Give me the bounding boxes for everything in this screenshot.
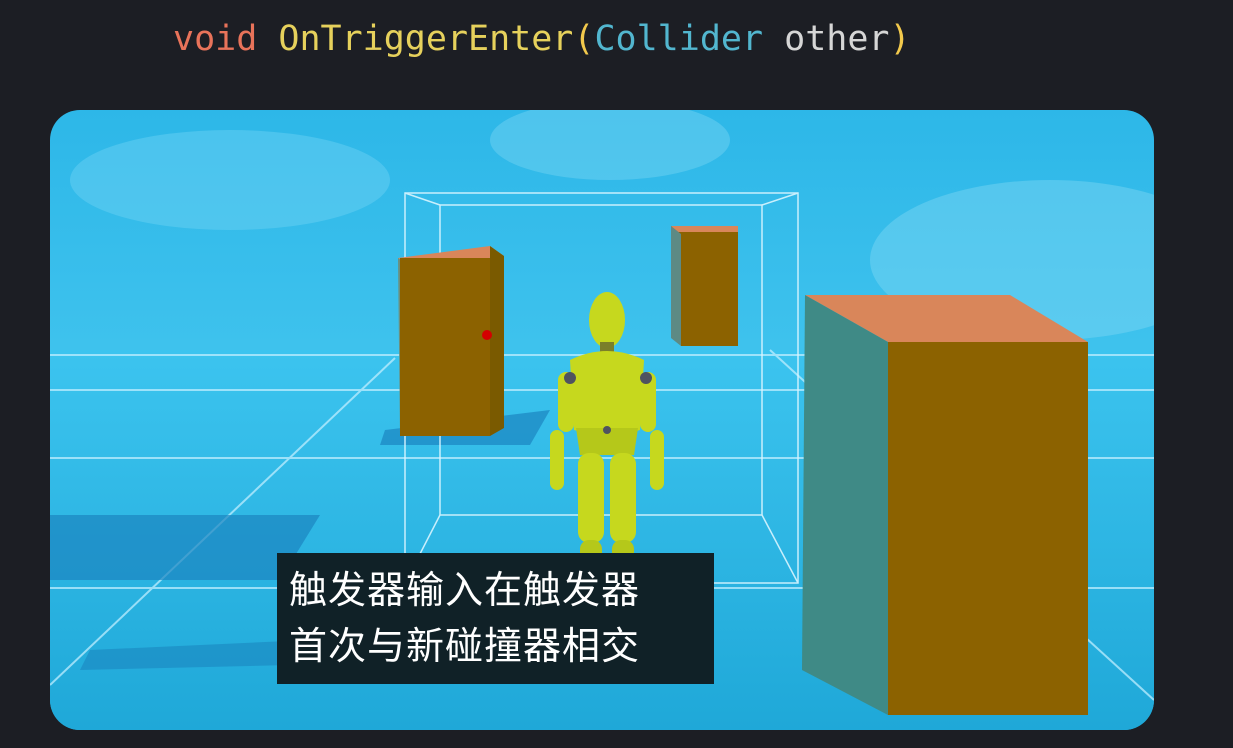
right-box [802, 295, 1088, 715]
code-param-type: Collider [594, 19, 764, 59]
code-function-name: OnTriggerEnter [278, 19, 574, 59]
code-keyword: void [173, 19, 258, 59]
code-signature: void OnTriggerEnter(Collider other) [173, 14, 911, 64]
far-box [671, 226, 738, 346]
subtitle-caption: 触发器输入在触发器 首次与新碰撞器相交 [277, 553, 714, 684]
code-param-name: other [784, 19, 890, 59]
code-close-paren: ) [889, 19, 911, 59]
left-box [398, 246, 504, 436]
cloud [490, 110, 730, 180]
subtitle-line-1: 触发器输入在触发器 [289, 568, 641, 612]
subtitle-line-2: 首次与新碰撞器相交 [289, 624, 641, 668]
contact-point-marker-icon [482, 330, 492, 340]
cloud [70, 130, 390, 230]
code-open-paren: ( [573, 19, 595, 59]
